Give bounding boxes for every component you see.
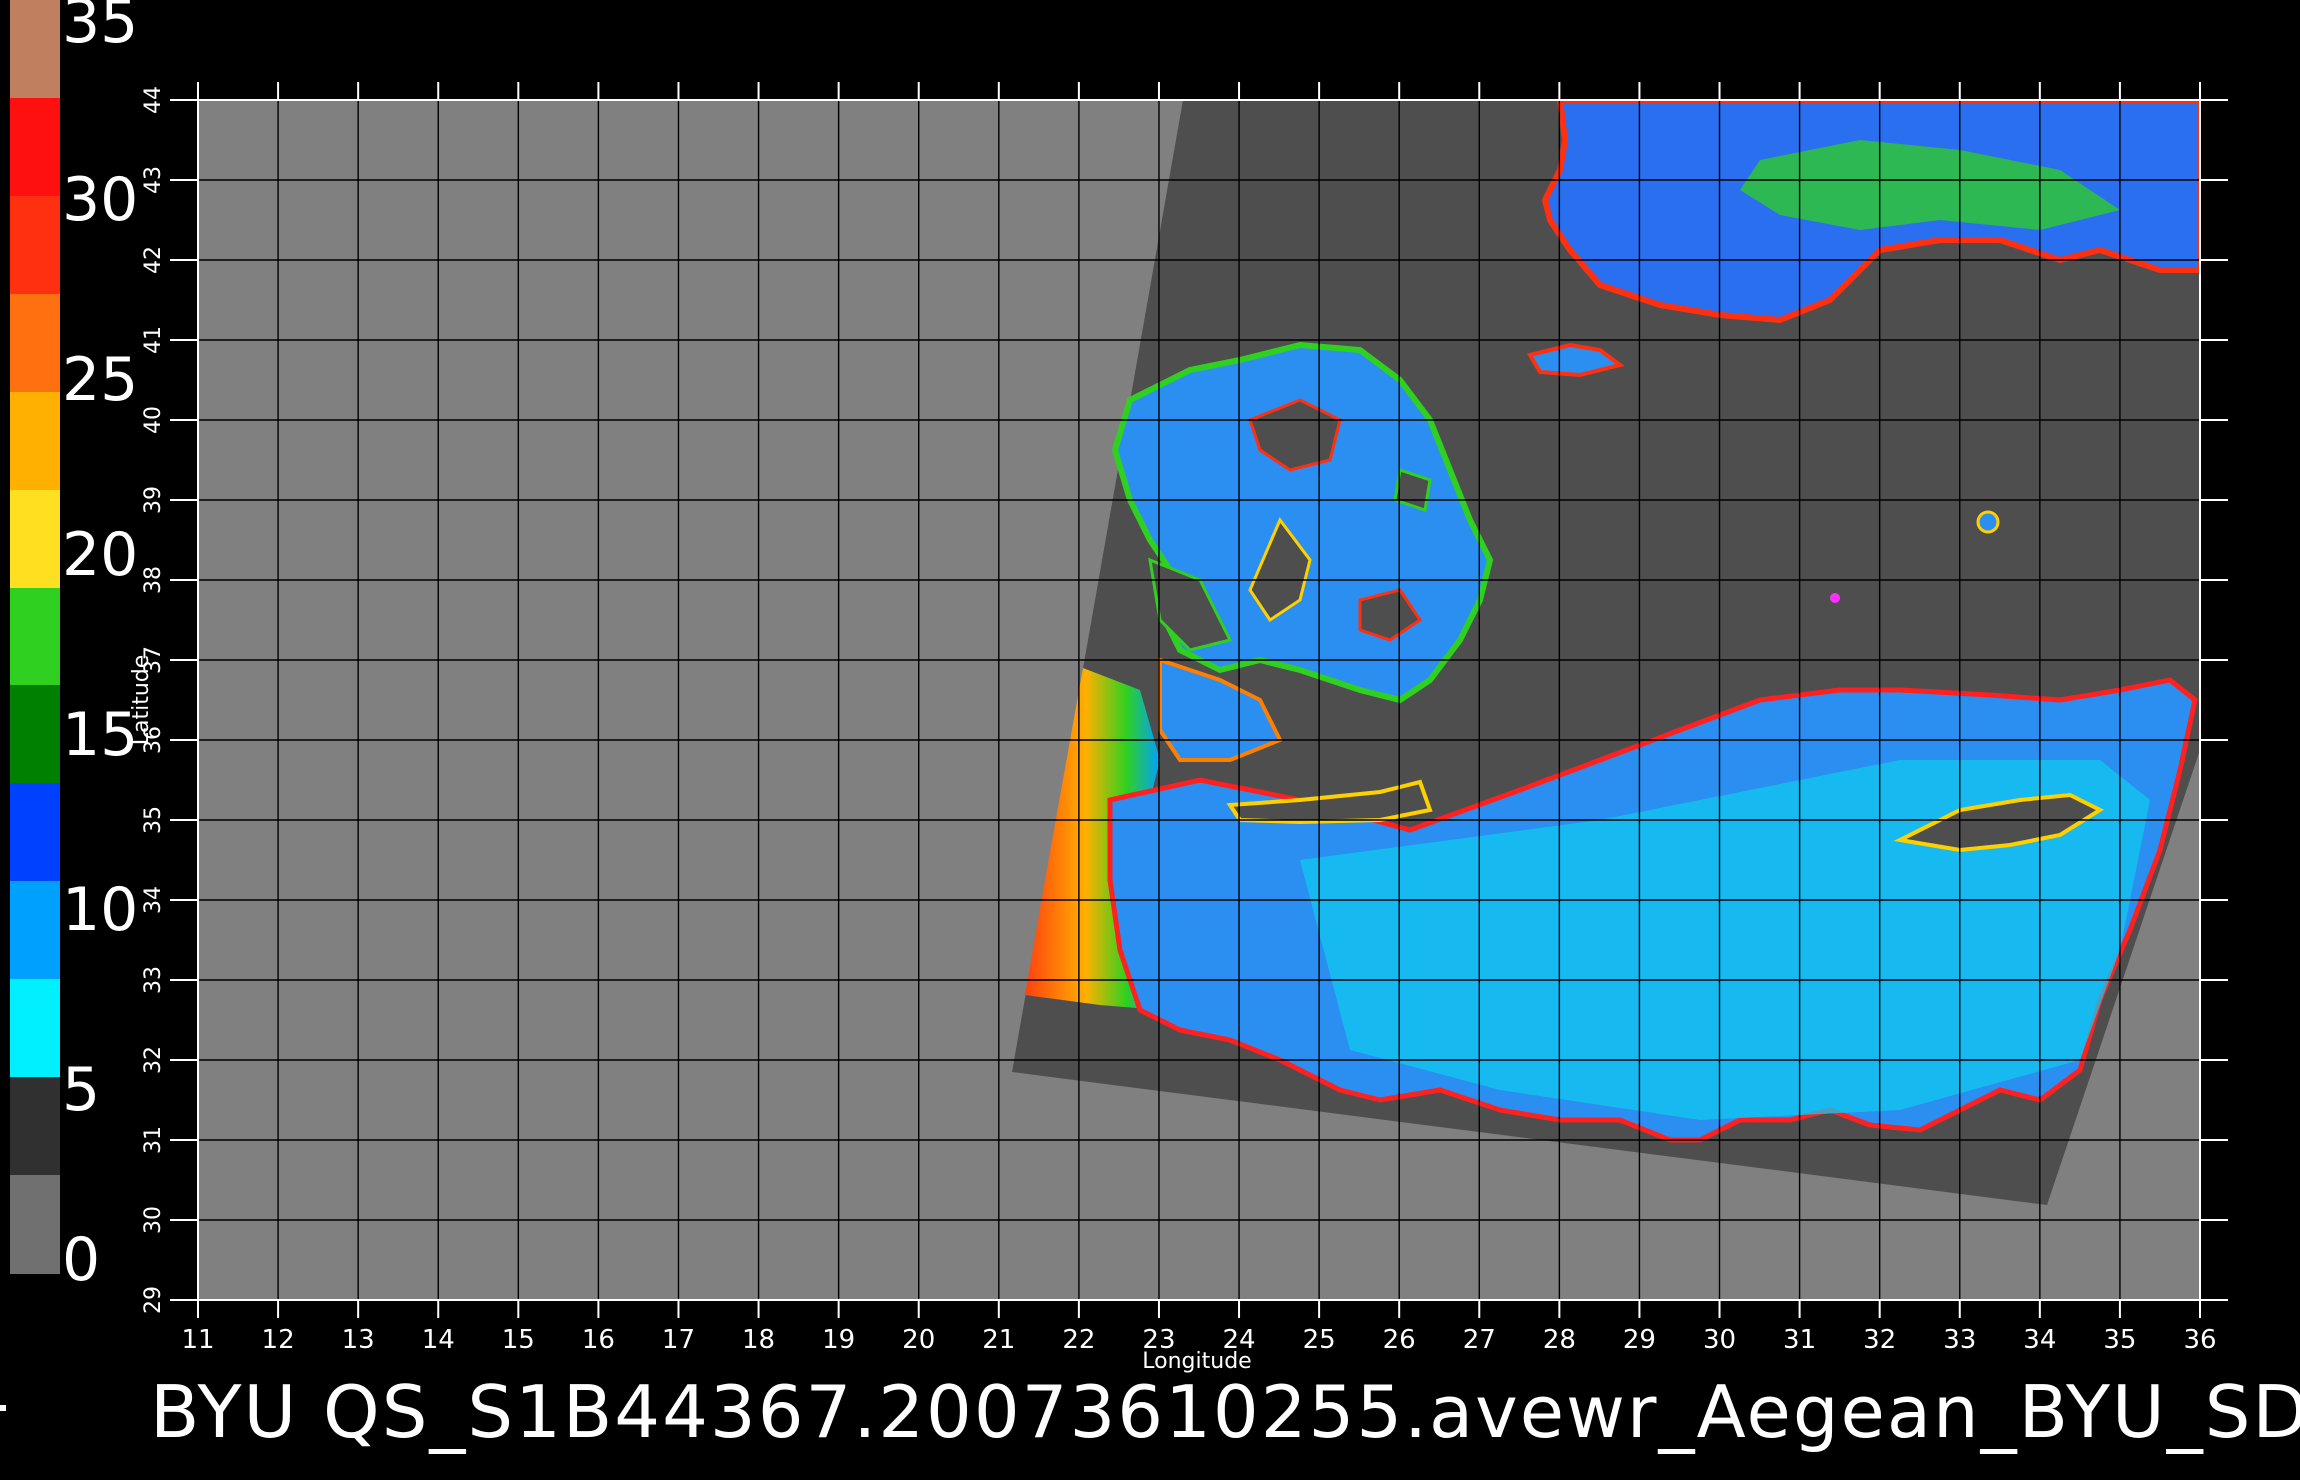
lat-tick-label: 35 [141,806,166,834]
lon-tick-label: 18 [742,1325,775,1355]
lat-tick-label: 44 [141,86,166,114]
lon-tick-label: 31 [1783,1325,1816,1355]
lat-tick-label: 43 [141,166,166,194]
colorbar-segment [10,195,60,295]
colorbar-segment [10,391,60,491]
colorbar-segment [10,979,60,1079]
colorbar-tick-label: 20 [62,520,139,590]
colorbar-tick-label: 10 [62,875,139,945]
lat-tick-label: 39 [141,486,166,514]
lon-tick-label: 30 [1703,1325,1736,1355]
lat-tick-label: 30 [141,1206,166,1234]
colorbar [10,0,60,1274]
lake-marker [1976,510,2000,534]
colorbar-tick-label: 5 [62,1055,101,1125]
colorbar-tick-label: 35 [62,0,139,57]
lon-tick-label: 29 [1623,1325,1656,1355]
colorbar-segment [10,1175,60,1274]
lat-tick-label: 34 [141,886,166,914]
colorbar-segment [10,1077,60,1177]
lat-tick-label: 33 [141,966,166,994]
product-title: BYU QS_S1B44367.20073610255.avewr_Aegean… [150,1370,2300,1454]
footer-dot [0,1405,6,1411]
colorbar-tick-label: 25 [62,345,139,415]
lat-tick-label: 31 [141,1126,166,1154]
lon-tick-label: 33 [1943,1325,1976,1355]
colorbar-segment [10,293,60,393]
colorbar-segment [10,881,60,981]
lake-marker [1830,593,1840,603]
lon-tick-label: 15 [502,1325,535,1355]
colorbar-segment [10,783,60,883]
lat-tick-label: 41 [141,326,166,354]
lon-tick-label: 22 [1062,1325,1095,1355]
colorbar-segment [10,0,60,99]
colorbar-segment [10,685,60,785]
lon-tick-label: 11 [181,1325,214,1355]
lat-tick-label: 29 [141,1286,166,1314]
lat-tick-label: 40 [141,406,166,434]
colorbar-segment [10,489,60,589]
lon-tick-label: 13 [342,1325,375,1355]
lon-tick-label: 28 [1543,1325,1576,1355]
lon-tick-label: 20 [902,1325,935,1355]
lon-tick-label: 14 [422,1325,455,1355]
lon-tick-label: 27 [1463,1325,1496,1355]
lon-tick-label: 25 [1303,1325,1336,1355]
lat-tick-label: 38 [141,566,166,594]
lon-tick-label: 26 [1383,1325,1416,1355]
colorbar-tick-label: 30 [62,165,139,235]
lat-tick-label: 32 [141,1046,166,1074]
colorbar-tick-label: 0 [62,1225,101,1295]
lon-tick-label: 17 [662,1325,695,1355]
lon-tick-label: 21 [982,1325,1015,1355]
lon-tick-label: 36 [2183,1325,2216,1355]
lon-tick-label: 16 [582,1325,615,1355]
lon-tick-label: 34 [2023,1325,2056,1355]
lat-tick-label: 42 [141,246,166,274]
wind-speed-map: 11 12 13 14 15 16 17 18 19 20 21 22 23 24 25 26 27 28 29 30… [129,82,2228,1374]
colorbar-segment [10,587,60,687]
colorbar-segment [10,97,60,197]
lon-tick-label: 19 [822,1325,855,1355]
lon-tick-label: 12 [262,1325,295,1355]
colorbar-tick-label: 15 [62,700,139,770]
lon-tick-label: 35 [2103,1325,2136,1355]
lon-tick-label: 32 [1863,1325,1896,1355]
